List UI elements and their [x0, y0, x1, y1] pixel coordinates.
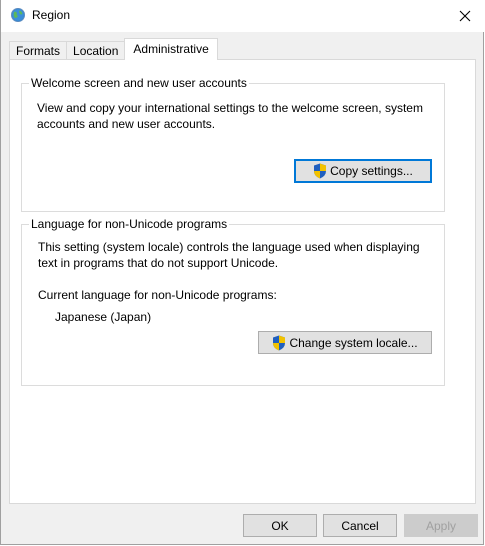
region-dialog: Region Formats Location Administrative W…	[0, 0, 485, 545]
title-bar: Region	[1, 0, 485, 32]
tab-administrative[interactable]: Administrative	[124, 38, 218, 60]
tab-strip: Formats Location Administrative	[9, 38, 218, 60]
change-locale-label: Change system locale...	[289, 335, 418, 350]
tab-formats[interactable]: Formats	[9, 41, 68, 60]
current-language-label: Current language for non-Unicode program…	[38, 288, 277, 302]
locale-description: This setting (system locale) controls th…	[38, 240, 420, 270]
non-unicode-group: Language for non-Unicode programs This s…	[21, 217, 445, 386]
apply-button[interactable]: Apply	[404, 514, 478, 537]
close-icon	[459, 10, 471, 22]
welcome-group-title: Welcome screen and new user accounts	[29, 76, 249, 90]
locale-group-title: Language for non-Unicode programs	[29, 217, 230, 231]
cancel-button[interactable]: Cancel	[323, 514, 397, 537]
tab-location[interactable]: Location	[66, 41, 126, 60]
close-button[interactable]	[445, 0, 485, 32]
current-language-value: Japanese (Japan)	[55, 310, 152, 324]
uac-shield-icon	[273, 335, 286, 350]
copy-settings-button[interactable]: Copy settings...	[294, 159, 432, 183]
globe-icon	[11, 8, 25, 22]
welcome-screen-group: Welcome screen and new user accounts Vie…	[21, 76, 445, 212]
window-title: Region	[32, 8, 71, 22]
change-system-locale-button[interactable]: Change system locale...	[258, 331, 432, 354]
uac-shield-icon	[314, 163, 327, 179]
copy-settings-label: Copy settings...	[330, 164, 413, 178]
administrative-panel: Welcome screen and new user accounts Vie…	[9, 59, 476, 504]
ok-button[interactable]: OK	[243, 514, 317, 537]
welcome-description: View and copy your international setting…	[37, 101, 423, 131]
